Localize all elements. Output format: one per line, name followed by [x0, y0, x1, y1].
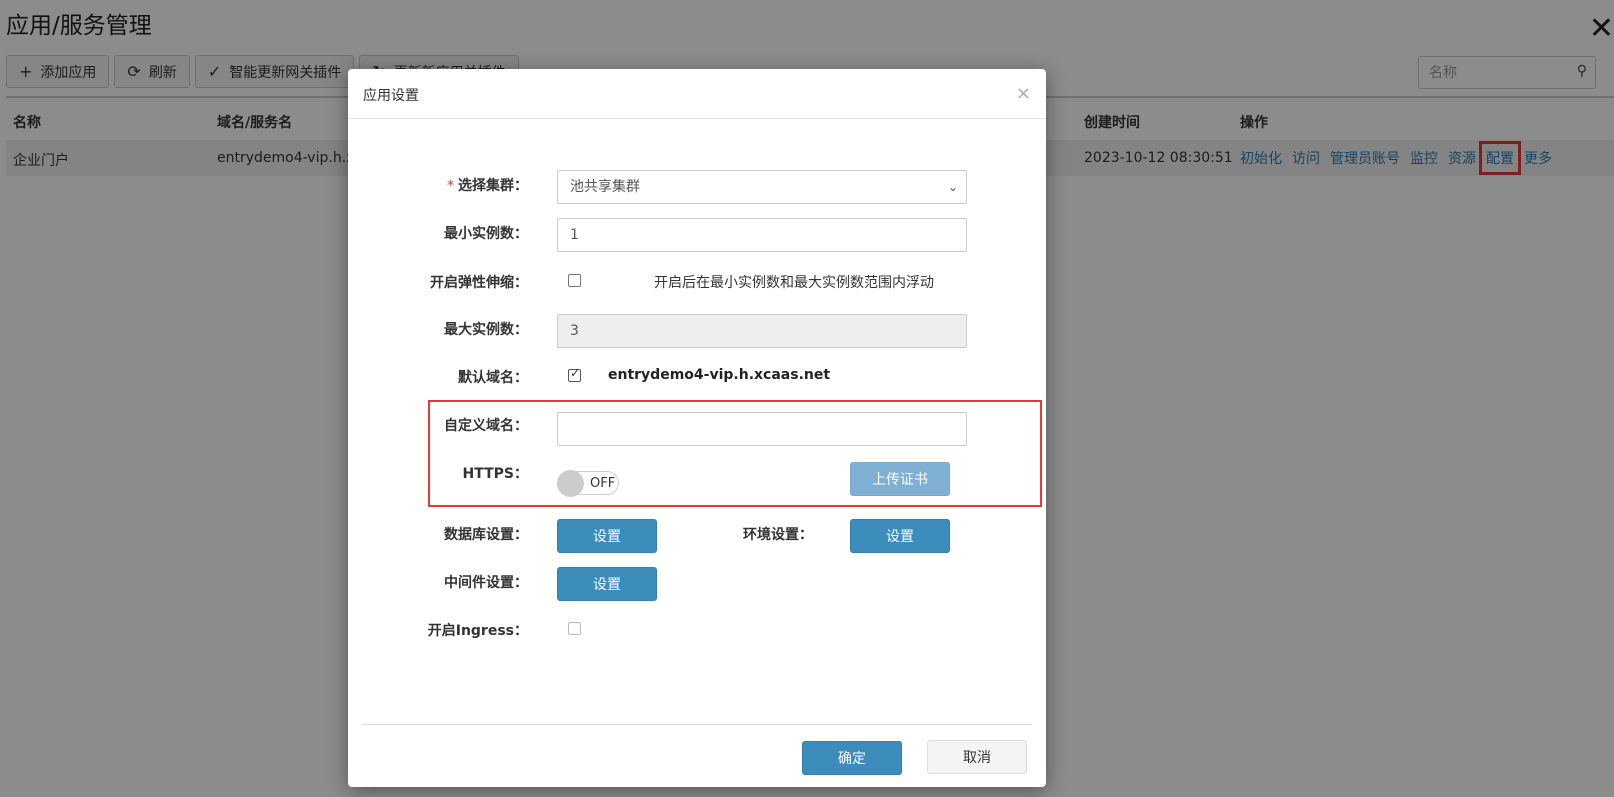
modal-close-icon[interactable]: × [1016, 83, 1031, 104]
https-label: HTTPS： [462, 466, 528, 482]
environment-settings-button[interactable]: 设置 [850, 519, 950, 553]
https-toggle[interactable]: OFF [557, 470, 619, 497]
max-instances-input[interactable]: 3 [557, 314, 967, 348]
autoscale-checkbox[interactable] [568, 274, 581, 287]
cluster-select[interactable]: 池共享集群 ⌄ [557, 170, 967, 204]
environment-settings-label: 环境设置： [743, 527, 813, 543]
modal-header: 应用设置 × [348, 69, 1046, 119]
autoscale-hint: 开启后在最小实例数和最大实例数范围内浮动 [654, 275, 934, 291]
custom-domain-label: 自定义域名： [444, 418, 528, 434]
database-settings-label: 数据库设置： [444, 527, 528, 543]
modal-title: 应用设置 [363, 88, 419, 104]
custom-domain-input[interactable] [557, 412, 967, 446]
max-instances-label: 最大实例数： [444, 322, 528, 338]
ingress-label: 开启Ingress： [427, 623, 528, 639]
min-instances-label: 最小实例数： [444, 226, 528, 242]
cluster-label: * 选择集群： [348, 175, 528, 195]
app-settings-modal: 应用设置 × * 选择集群： 池共享集群 ⌄ 最小实例数： 1 开启弹性伸缩： 开… [348, 69, 1046, 787]
default-domain-value: entrydemo4-vip.h.xcaas.net [608, 367, 831, 383]
autoscale-label: 开启弹性伸缩： [430, 275, 528, 291]
chevron-down-icon: ⌄ [947, 180, 958, 194]
upload-cert-button[interactable]: 上传证书 [850, 462, 950, 496]
modal-footer-divider [362, 724, 1032, 725]
default-domain-checkbox[interactable] [568, 366, 581, 382]
cancel-button[interactable]: 取消 [927, 740, 1027, 774]
cluster-select-value: 池共享集群 [570, 179, 640, 195]
toggle-knob [557, 470, 584, 497]
required-mark: * [447, 178, 454, 194]
cluster-label-text: 选择集群： [458, 178, 528, 194]
ingress-checkbox[interactable] [568, 622, 581, 635]
default-domain-label: 默认域名： [458, 370, 528, 386]
confirm-button[interactable]: 确定 [802, 741, 902, 775]
middleware-settings-label: 中间件设置： [444, 575, 528, 591]
https-toggle-state: OFF [590, 476, 616, 491]
middleware-settings-button[interactable]: 设置 [557, 567, 657, 601]
min-instances-input[interactable]: 1 [557, 218, 967, 252]
